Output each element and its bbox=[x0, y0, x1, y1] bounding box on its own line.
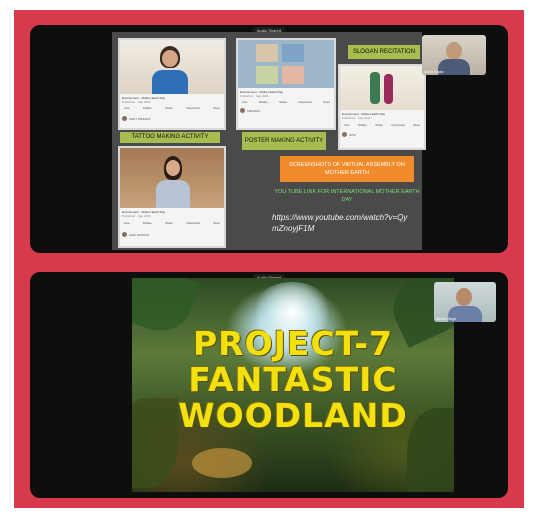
download-button[interactable]: Download bbox=[298, 100, 311, 104]
caption-slogan: SLOGAN RECITATION bbox=[348, 45, 420, 59]
video-frame bbox=[238, 40, 334, 88]
like-button[interactable]: Like bbox=[124, 106, 130, 110]
video-screenshot-1: Environment · Mother Earth Day Published… bbox=[118, 38, 226, 130]
caption-poster: POSTER MAKING ACTIVITY bbox=[242, 132, 326, 150]
participant-name: Mohini Singh bbox=[436, 317, 457, 321]
title-line-3: WOODLAND bbox=[178, 396, 408, 435]
youtube-link-line1: https://www.youtube.com/watch?v=Qy bbox=[272, 213, 408, 222]
video-actions: Like Dislike Share Download Save bbox=[124, 221, 220, 225]
save-button[interactable]: Save bbox=[413, 123, 420, 127]
youtube-link-heading: YOU TUBE LINK FOR INTERNATIONAL MOTHER E… bbox=[274, 189, 420, 203]
avatar bbox=[342, 132, 347, 137]
video-frame bbox=[340, 66, 424, 110]
video-views: Published · Sep 2021 bbox=[240, 94, 269, 98]
share-button[interactable]: Share bbox=[375, 123, 383, 127]
channel-row: AVNI bbox=[342, 132, 356, 137]
meeting-screen-bottom: Audio Shared PROJECT-7 FANTASTIC WOODLAN… bbox=[30, 272, 508, 498]
video-views: Published · Sep 2021 bbox=[122, 100, 151, 104]
save-button[interactable]: Save bbox=[213, 106, 220, 110]
avatar bbox=[122, 232, 127, 237]
video-screenshot-2: Environment · Mother Earth Day Published… bbox=[118, 146, 226, 248]
caption-tattoo: TATTOO MAKING ACTIVITY bbox=[120, 132, 220, 143]
channel-row: ASHI HASSAN bbox=[122, 232, 149, 237]
channel-name: ASHI HASSAN bbox=[129, 232, 150, 237]
save-button[interactable]: Save bbox=[323, 100, 330, 104]
avatar bbox=[240, 108, 245, 113]
download-button[interactable]: Download bbox=[186, 221, 199, 225]
channel-row: KRISHNA bbox=[240, 108, 260, 113]
share-button[interactable]: Share bbox=[279, 100, 287, 104]
slide-title: PROJECT-7 FANTASTIC WOODLAND bbox=[132, 326, 454, 434]
dislike-button[interactable]: Dislike bbox=[143, 221, 152, 225]
participant-video[interactable]: Mohini Singh bbox=[434, 282, 496, 322]
participant-name: Sonia Gupta bbox=[424, 70, 444, 74]
download-button[interactable]: Download bbox=[186, 106, 199, 110]
participant-face bbox=[456, 288, 472, 306]
channel-name: AVNI bbox=[349, 132, 356, 137]
channel-name: ANNY PRSADS bbox=[129, 116, 151, 121]
avatar bbox=[122, 116, 127, 121]
dislike-button[interactable]: Dislike bbox=[143, 106, 152, 110]
channel-name: KRISHNA bbox=[247, 108, 261, 113]
animal-figure bbox=[192, 448, 252, 478]
video-screenshot-4: Environment · Mother Earth Day Published… bbox=[338, 64, 426, 150]
channel-row: ANNY PRSADS bbox=[122, 116, 150, 121]
share-button[interactable]: Share bbox=[165, 106, 173, 110]
title-line-1: PROJECT-7 bbox=[192, 324, 393, 363]
share-button[interactable]: Share bbox=[165, 221, 173, 225]
like-button[interactable]: Like bbox=[242, 100, 248, 104]
like-button[interactable]: Like bbox=[344, 123, 350, 127]
dislike-button[interactable]: Dislike bbox=[358, 123, 367, 127]
video-frame bbox=[120, 40, 224, 94]
title-line-2: FANTASTIC bbox=[188, 360, 398, 399]
participant-face bbox=[446, 42, 462, 60]
participant-video[interactable]: Sonia Gupta bbox=[422, 35, 486, 75]
woodland-slide: PROJECT-7 FANTASTIC WOODLAND bbox=[132, 278, 454, 492]
video-actions: Like Dislike Share Download Save bbox=[124, 106, 220, 110]
meeting-screen-top: Audio Shared Environment · Mother Earth … bbox=[30, 25, 508, 253]
video-actions: Like Dislike Share Download Save bbox=[344, 123, 420, 127]
youtube-link-line2: mZnoyjF1M bbox=[272, 224, 315, 233]
video-views: Published · Sep 2021 bbox=[122, 214, 151, 218]
video-frame bbox=[120, 148, 224, 208]
video-views: Published · Sep 2021 bbox=[342, 116, 371, 120]
red-frame: Audio Shared Environment · Mother Earth … bbox=[14, 10, 524, 508]
presentation-slide: Environment · Mother Earth Day Published… bbox=[112, 32, 426, 250]
video-actions: Like Dislike Share Download Save bbox=[242, 100, 330, 104]
dislike-button[interactable]: Dislike bbox=[259, 100, 268, 104]
video-screenshot-3: Environment · Mother Earth Day Published… bbox=[236, 38, 336, 130]
download-button[interactable]: Download bbox=[391, 123, 404, 127]
screenshots-heading-box: SCREENSHOTS OF VIRTUAL ASSEMBLY ON MOTHE… bbox=[280, 156, 414, 182]
like-button[interactable]: Like bbox=[124, 221, 130, 225]
youtube-link[interactable]: https://www.youtube.com/watch?v=Qy mZnoy… bbox=[272, 212, 422, 234]
save-button[interactable]: Save bbox=[213, 221, 220, 225]
